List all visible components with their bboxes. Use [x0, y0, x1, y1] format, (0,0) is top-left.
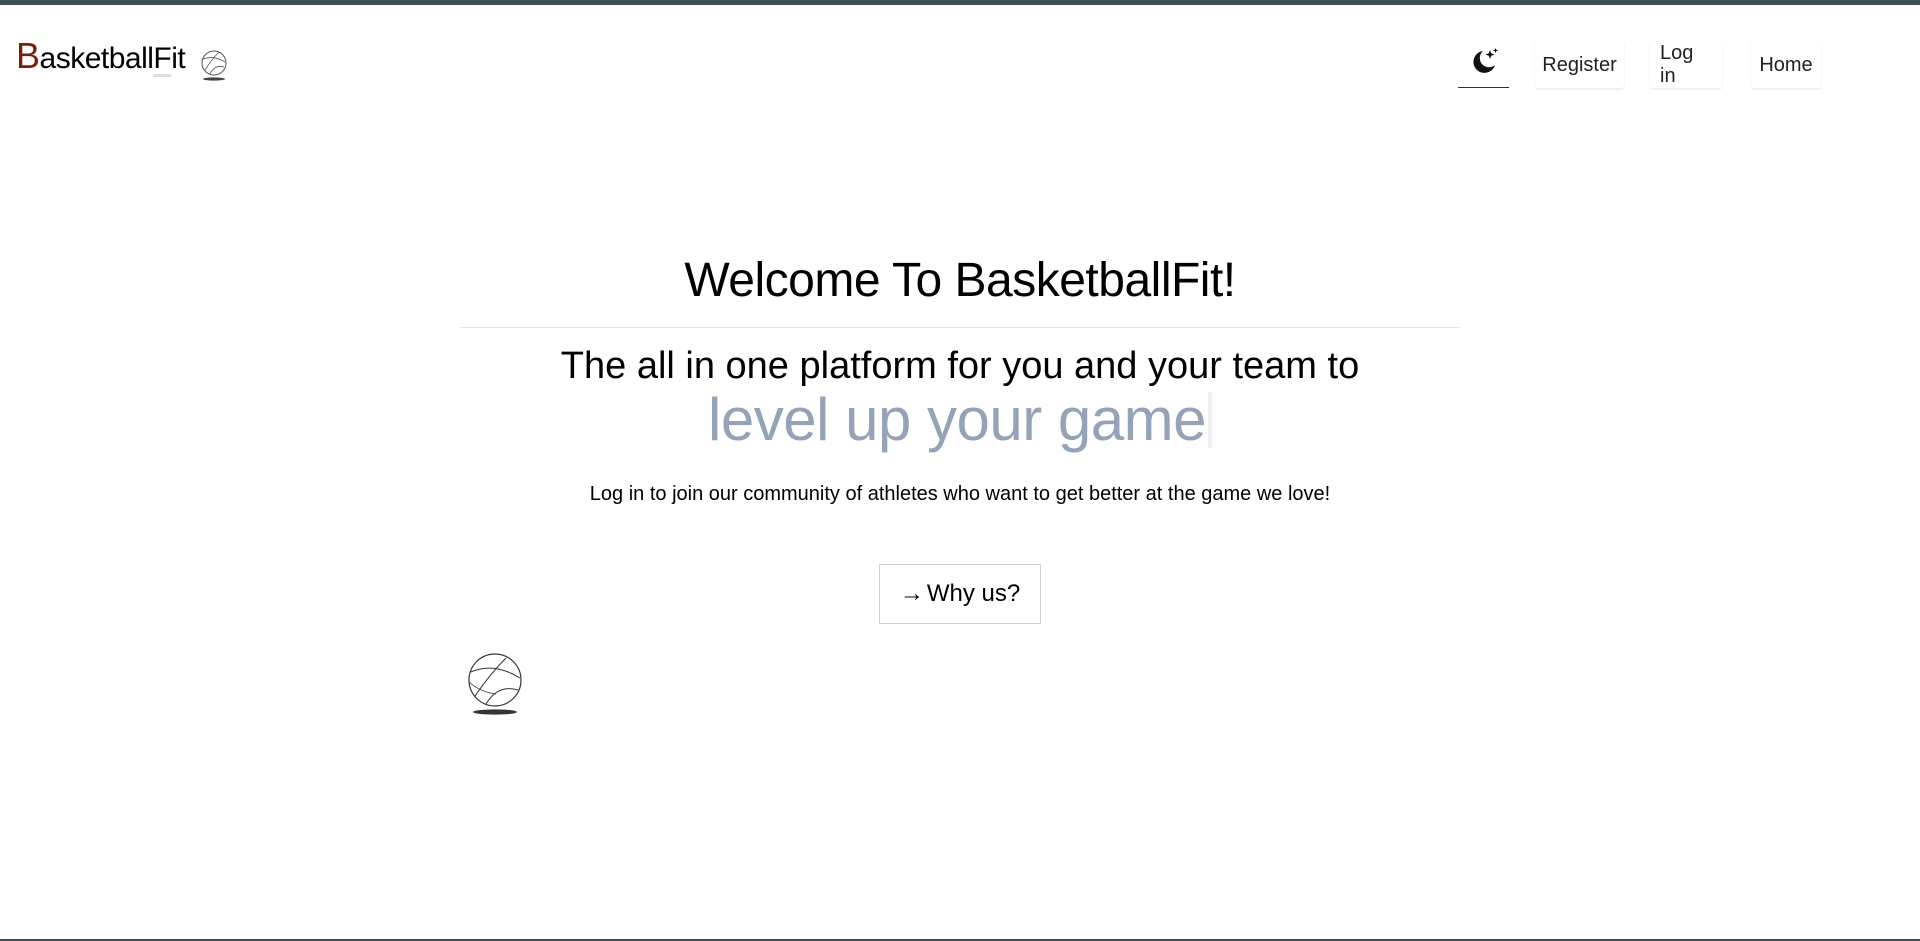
hero-title: Welcome To BasketballFit!	[684, 254, 1236, 307]
nav-home-link[interactable]: Home	[1751, 42, 1821, 88]
nav-login-link[interactable]: Log in	[1650, 42, 1722, 88]
hero-section: Welcome To BasketballFit! The all in one…	[460, 250, 1460, 624]
basketball-icon	[466, 652, 524, 723]
moon-stars-icon	[1469, 47, 1499, 83]
arrow-right-icon: →	[899, 580, 924, 607]
hero-subtitle: The all in one platform for you and your…	[560, 345, 1360, 387]
nav-register-link[interactable]: Register	[1535, 42, 1624, 88]
hero-divider	[460, 327, 1460, 328]
theme-toggle-button[interactable]	[1458, 42, 1509, 88]
basketball-icon	[199, 49, 229, 88]
site-logo[interactable]: BasketballFit	[16, 35, 229, 81]
typing-caret	[1207, 392, 1212, 448]
hero-typed-text: level up your game	[460, 388, 1460, 452]
why-us-label: Why us?	[926, 580, 1021, 607]
hero-description: Log in to join our community of athletes…	[589, 483, 1331, 505]
main-nav: Register Log in Home	[1458, 42, 1821, 88]
logo-text: BasketballFit	[16, 35, 186, 76]
why-us-button[interactable]: → Why us?	[879, 564, 1041, 624]
top-accent-strip	[0, 0, 1920, 5]
